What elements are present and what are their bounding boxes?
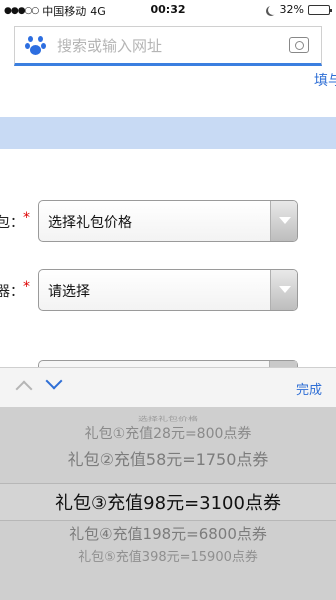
picker-option[interactable]: 礼包②充值58元=1750点券 bbox=[0, 446, 336, 470]
battery-percent: 32% bbox=[279, 3, 304, 16]
previous-field-icon[interactable] bbox=[15, 380, 33, 398]
done-button[interactable]: 完成 bbox=[296, 379, 322, 398]
header-action-link[interactable]: 填与 bbox=[314, 70, 336, 90]
picker-option[interactable]: 礼包④充值198元=6800点券 bbox=[0, 523, 336, 544]
search-input[interactable]: 搜索或输入网址 bbox=[57, 35, 289, 56]
section-band bbox=[0, 117, 336, 149]
dropdown-arrow-icon[interactable] bbox=[270, 201, 297, 241]
baidu-paw-icon bbox=[25, 34, 47, 56]
package-select[interactable]: 选择礼包价格 bbox=[38, 200, 298, 242]
status-right: 32% bbox=[266, 3, 332, 16]
picker-option[interactable]: 选择礼包价格 bbox=[0, 414, 336, 423]
picker-toolbar: 完成 bbox=[0, 367, 336, 407]
package-select-value: 选择礼包价格 bbox=[48, 215, 132, 231]
server-label: 器： bbox=[0, 284, 24, 300]
form-row-package: 包： * 选择礼包价格 bbox=[0, 200, 336, 242]
option-picker[interactable]: 选择礼包价格 礼包①充值28元=800点券 礼包②充值58元=1750点券 礼包… bbox=[0, 407, 336, 600]
do-not-disturb-icon bbox=[268, 5, 278, 15]
status-bar: ●●●○○ 中国移动 4G 00:32 32% bbox=[0, 0, 336, 20]
dropdown-arrow-icon[interactable] bbox=[270, 270, 297, 310]
picker-option-selected[interactable]: 礼包③充值98元=3100点券 bbox=[0, 489, 336, 515]
picker-option[interactable]: 礼包①充值28元=800点券 bbox=[0, 423, 336, 443]
battery-icon bbox=[308, 4, 332, 15]
server-select[interactable]: 请选择 bbox=[38, 269, 298, 311]
next-field-icon[interactable] bbox=[45, 372, 63, 390]
required-mark: * bbox=[23, 279, 30, 295]
server-select-value: 请选择 bbox=[48, 284, 90, 300]
package-label: 包： bbox=[0, 215, 24, 231]
camera-icon[interactable] bbox=[289, 37, 309, 53]
form-row-server: 器： * 请选择 bbox=[0, 269, 336, 311]
picker-option[interactable]: 礼包⑤充值398元=15900点券 bbox=[0, 546, 336, 565]
search-bar[interactable]: 搜索或输入网址 bbox=[14, 26, 322, 66]
required-mark: * bbox=[23, 210, 30, 226]
